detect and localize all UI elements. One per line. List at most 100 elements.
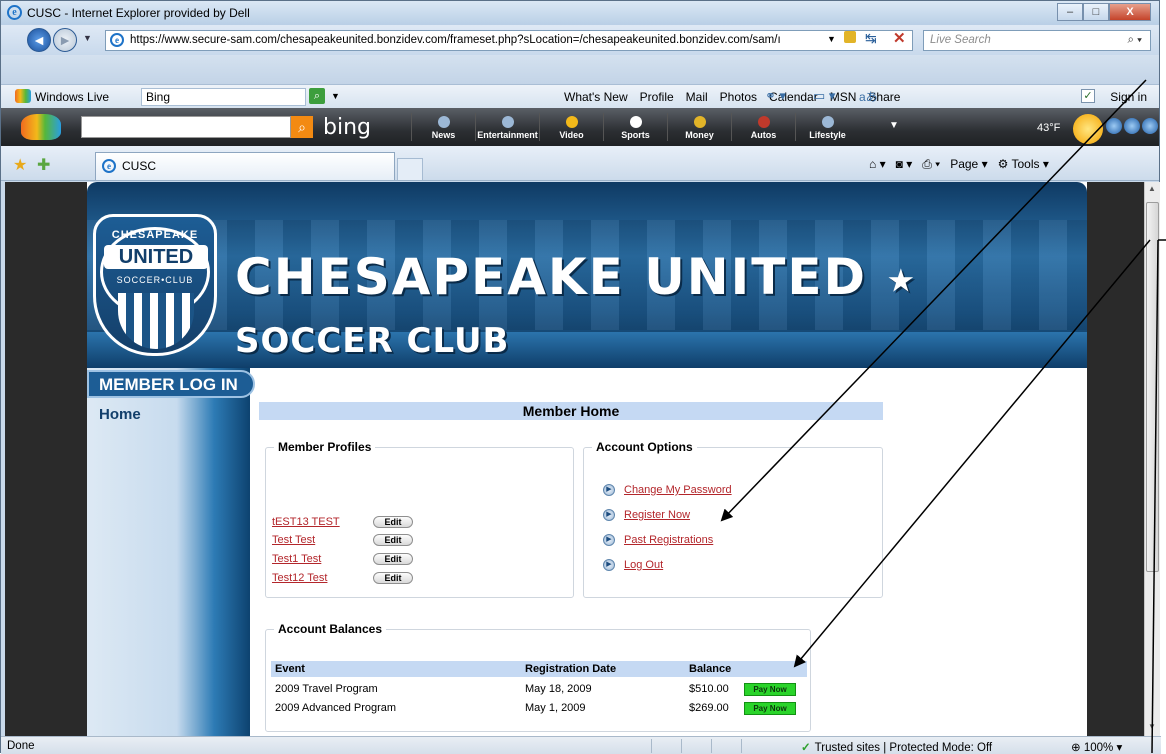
edit-profile-button[interactable]: Edit	[373, 534, 413, 546]
search-go-icon[interactable]: ⌕	[309, 88, 325, 104]
bing-toolbar-search-input[interactable]	[81, 116, 291, 138]
forward-button[interactable]: ►	[53, 28, 77, 52]
spaces-icon[interactable]: ⚭ ▾	[765, 88, 786, 104]
security-zone[interactable]: ✓ Trusted sites | Protected Mode: Off	[801, 740, 992, 754]
arrow-bullet-icon: ▶	[603, 559, 615, 571]
bing-nav-entertainment[interactable]: Entertainment	[475, 113, 539, 141]
search-options-icon[interactable]: ▼	[331, 91, 340, 101]
weather-temperature[interactable]: 43°F	[1037, 122, 1060, 134]
translate-icon[interactable]: aあ	[859, 88, 878, 105]
banner-star-icon: ★	[886, 261, 918, 300]
print-icon[interactable]: ⎙ ▾	[922, 157, 940, 172]
bing-search-button[interactable]: ⌕	[291, 116, 313, 138]
sidebar-item-home[interactable]: Home	[99, 406, 141, 423]
pay-now-button[interactable]: Pay Now	[744, 702, 796, 715]
bing-nav-lifestyle[interactable]: Lifestyle	[795, 113, 859, 141]
profile-link[interactable]: Test12 Test	[272, 572, 327, 584]
link-profile[interactable]: Profile	[640, 90, 674, 104]
profile-link[interactable]: Test1 Test	[272, 553, 321, 565]
stop-icon[interactable]: ✕	[893, 29, 906, 47]
windows-live-logo-icon	[15, 89, 31, 103]
scroll-down-icon[interactable]: ▼	[1148, 722, 1156, 731]
home-icon[interactable]: ⌂ ▾	[869, 157, 886, 172]
club-crest-logo: CHESAPEAKE UNITED SOCCER•CLUB	[93, 214, 217, 356]
zoom-level[interactable]: ⊕ 100% ▾	[1071, 740, 1122, 754]
entertainment-icon	[502, 116, 514, 128]
table-row: 2009 Travel Program May 18, 2009 $510.00…	[271, 681, 807, 697]
lock-icon[interactable]	[844, 31, 856, 43]
help-icon[interactable]	[1142, 118, 1158, 134]
edit-profile-button[interactable]: Edit	[373, 553, 413, 565]
tools-menu[interactable]: ⚙ Tools ▾	[998, 157, 1049, 172]
windows-live-label[interactable]: Windows Live	[35, 90, 109, 104]
edit-profile-button[interactable]: Edit	[373, 516, 413, 528]
address-dropdown-icon[interactable]: ▼	[827, 34, 836, 44]
history-dropdown-icon[interactable]: ▼	[83, 33, 92, 43]
member-profiles-panel: Member Profiles tEST13 TEST Edit Test Te…	[265, 440, 574, 598]
member-login-bar[interactable]: MEMBER LOG IN	[87, 370, 255, 398]
address-bar[interactable]: e https://www.secure-sam.com/chesapeakeu…	[105, 30, 913, 51]
option-label: Log Out	[624, 559, 664, 571]
tab-row: ★ ✚ e CUSC ⌂ ▾ ◙ ▾ ⎙ ▾ Page ▾ ⚙ Tools ▾	[1, 146, 1159, 181]
site-banner: CHESAPEAKE UNITED SOCCER•CLUB CHESAPEAKE…	[87, 182, 1087, 368]
edit-profile-button[interactable]: Edit	[373, 572, 413, 584]
page-menu-label: Page	[950, 157, 979, 171]
register-now-link[interactable]: ▶ Register Now	[603, 509, 690, 521]
row-date: May 18, 2009	[525, 683, 592, 695]
bing-search-value: Bing	[146, 90, 171, 104]
past-registrations-link[interactable]: ▶ Past Registrations	[603, 534, 714, 546]
live-search-input[interactable]: Live Search ⌕ ▾	[923, 30, 1151, 51]
zoom-value: 100%	[1083, 742, 1114, 754]
ie-logo-icon: e	[7, 5, 22, 20]
security-zone-label: Trusted sites | Protected Mode: Off	[814, 742, 993, 754]
bing-more-icon[interactable]: ▼	[889, 120, 899, 131]
page-menu[interactable]: Page ▾	[950, 157, 987, 172]
sports-icon	[630, 116, 642, 128]
column-header-date: Registration Date	[525, 663, 617, 675]
crest-stripes	[118, 293, 194, 349]
option-label: Past Registrations	[624, 534, 714, 546]
signin-checkbox-icon[interactable]: ✓	[1081, 89, 1095, 103]
arrow-bullet-icon: ▶	[603, 509, 615, 521]
tab-cusc[interactable]: e CUSC	[95, 152, 395, 180]
profile-link[interactable]: Test Test	[272, 534, 315, 546]
refresh-icon[interactable]: ↹	[865, 30, 877, 47]
link-photos[interactable]: Photos	[720, 90, 757, 104]
close-button[interactable]: X	[1109, 3, 1151, 21]
banner-title-main: CHESAPEAKE UNITED	[235, 248, 868, 306]
page-icon: e	[110, 33, 124, 47]
feeds-icon[interactable]: ◙ ▾	[896, 157, 913, 172]
link-whats-new[interactable]: What's New	[564, 90, 628, 104]
minimize-button[interactable]: –	[1057, 3, 1083, 21]
scrollbar-thumb[interactable]	[1146, 202, 1159, 572]
add-favorites-icon[interactable]: ✚	[37, 155, 50, 175]
bing-nav-news[interactable]: News	[411, 113, 475, 141]
windows-live-links: What's New Profile Mail Photos Calendar …	[564, 90, 900, 104]
profile-link[interactable]: tEST13 TEST	[272, 516, 340, 528]
bing-nav-video[interactable]: Video	[539, 113, 603, 141]
bing-nav-autos[interactable]: Autos	[731, 113, 795, 141]
address-url: https://www.secure-sam.com/chesapeakeuni…	[130, 34, 781, 46]
bing-nav: News Entertainment Video Sports Money Au…	[411, 113, 859, 141]
bing-search-field[interactable]: Bing	[141, 88, 306, 106]
search-icon[interactable]: ⌕ ▾	[1128, 31, 1142, 50]
back-button[interactable]: ◄	[27, 28, 51, 52]
change-password-link[interactable]: ▶ Change My Password	[603, 484, 732, 496]
mail-status-icon[interactable]	[1124, 118, 1140, 134]
new-tab-button[interactable]	[397, 158, 423, 180]
bing-nav-money[interactable]: Money	[667, 113, 731, 141]
scroll-up-icon[interactable]: ▲	[1148, 184, 1156, 193]
toolbox-icon[interactable]: ▭ ▾	[813, 88, 835, 104]
pay-now-button[interactable]: Pay Now	[744, 683, 796, 696]
sign-in-link[interactable]: Sign in	[1110, 90, 1147, 104]
msn-butterfly-icon	[21, 114, 61, 140]
vertical-scrollbar[interactable]: ▲ ▼	[1144, 182, 1160, 736]
account-balances-panel: Account Balances Event Registration Date…	[265, 622, 811, 732]
favorites-star-icon[interactable]: ★	[13, 155, 27, 175]
sidebar	[87, 368, 250, 736]
bing-nav-sports[interactable]: Sports	[603, 113, 667, 141]
link-mail[interactable]: Mail	[686, 90, 708, 104]
log-out-link[interactable]: ▶ Log Out	[603, 559, 664, 571]
messenger-icon[interactable]	[1106, 118, 1122, 134]
maximize-button[interactable]: □	[1083, 3, 1109, 21]
